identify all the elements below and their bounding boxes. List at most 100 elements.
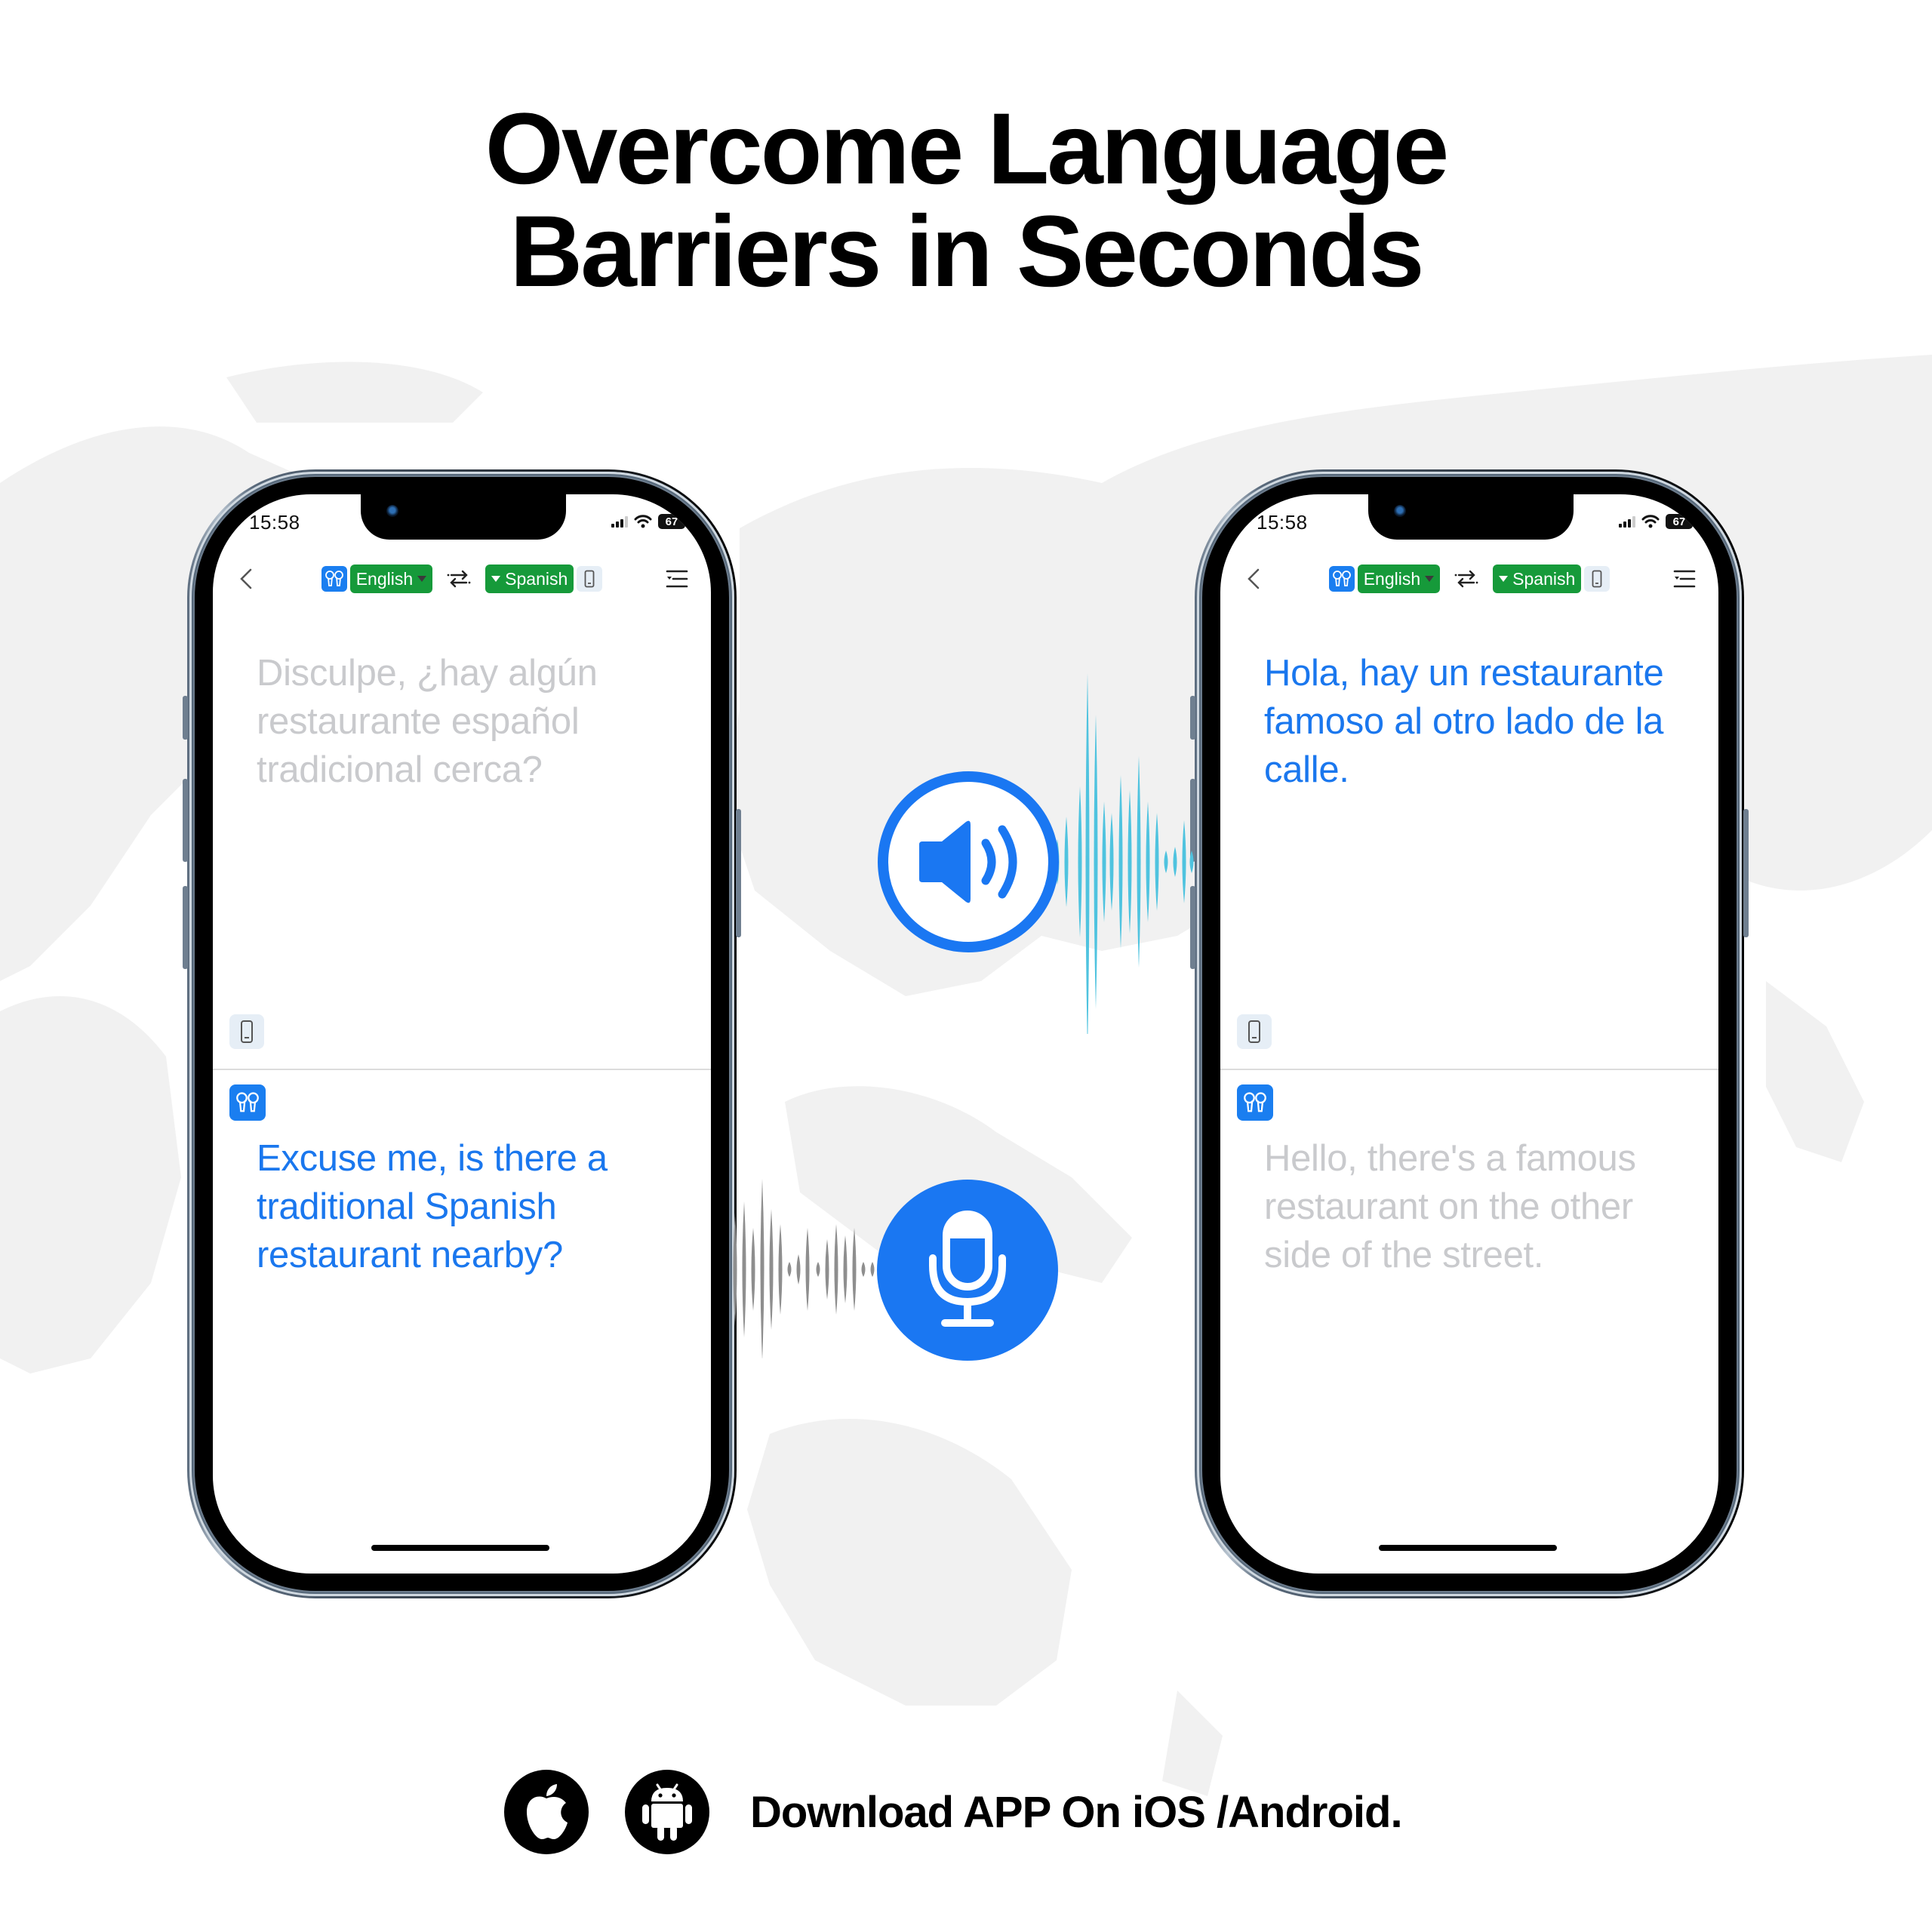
signal-icon	[611, 515, 628, 528]
phone-icon	[1248, 1020, 1260, 1043]
microphone-button[interactable]	[877, 1180, 1058, 1361]
target-language-button[interactable]: Spanish	[485, 565, 574, 593]
wave-bar	[870, 1262, 875, 1277]
bottom-pane-text: Hello, there's a famous restaurant on th…	[1264, 1138, 1636, 1275]
bottom-pane-device-chip[interactable]	[1237, 1084, 1273, 1121]
wifi-icon	[634, 515, 652, 528]
bottom-pane-device-chip[interactable]	[229, 1084, 266, 1121]
phone-icon	[241, 1020, 253, 1043]
wave-bar	[834, 1224, 838, 1315]
menu-list-icon[interactable]	[1672, 567, 1697, 591]
wave-bar	[1118, 775, 1123, 949]
wave-bar	[1094, 715, 1098, 1009]
wave-bar	[852, 1228, 857, 1311]
wave-bar	[1102, 801, 1106, 922]
headline: Overcome Language Barriers in Seconds	[0, 98, 1932, 303]
phone-icon[interactable]	[577, 566, 603, 592]
speaker-volume-icon	[919, 820, 1017, 903]
android-icon	[642, 1783, 692, 1841]
bottom-pane-text: Excuse me, is there a traditional Spanis…	[257, 1138, 608, 1275]
phone-right: 15:58 67 English Spanish Hola, hay un re…	[1190, 469, 1749, 1598]
microphone-icon	[929, 1211, 1006, 1327]
phone-left: 15:58 67 English Spanish Disculpe, ¿hay …	[183, 469, 741, 1598]
phone-icon[interactable]	[1584, 566, 1611, 592]
notch	[361, 494, 566, 540]
phone-screen: 15:58 67 English	[213, 494, 711, 1574]
dropdown-arrow-icon	[1425, 576, 1435, 582]
android-store-link[interactable]	[625, 1770, 709, 1854]
home-indicator[interactable]	[1379, 1545, 1557, 1551]
top-pane-device-chip[interactable]	[229, 1014, 264, 1049]
battery-icon: 67	[658, 514, 688, 529]
wifi-icon	[1641, 515, 1660, 528]
wave-bar	[1155, 813, 1159, 911]
speaker-button[interactable]	[878, 771, 1059, 952]
language-selector: English Spanish	[1220, 564, 1718, 594]
wave-bar	[843, 1235, 848, 1303]
wave-bar	[1173, 847, 1177, 877]
wave-bar	[1146, 801, 1150, 922]
earbuds-icon	[236, 1092, 259, 1112]
battery-icon: 67	[1666, 514, 1696, 529]
source-language-label: English	[1363, 568, 1421, 589]
signal-icon	[1619, 515, 1635, 528]
power-button	[736, 809, 741, 937]
nav-bar: English Spanish	[1220, 564, 1718, 594]
status-icons: 67	[1619, 512, 1696, 531]
target-language-label: Spanish	[1512, 568, 1576, 589]
dropdown-arrow-icon	[491, 576, 501, 582]
wave-bar	[787, 1262, 792, 1277]
wave-bar	[733, 1213, 737, 1326]
target-language-label: Spanish	[505, 568, 568, 589]
top-pane-text: Disculpe, ¿hay algún restaurante español…	[257, 653, 598, 790]
headline-line-1: Overcome Language	[485, 93, 1450, 205]
source-language-button[interactable]: English	[1357, 565, 1441, 593]
swap-languages-button[interactable]	[1440, 565, 1493, 593]
wave-bar	[778, 1224, 783, 1315]
wave-bar	[1189, 851, 1194, 873]
nav-bar: English Spanish	[213, 564, 711, 594]
swap-arrows-icon	[447, 570, 471, 588]
wave-bar	[796, 1254, 801, 1284]
wave-bar	[769, 1209, 774, 1330]
wave-bar	[1137, 756, 1141, 968]
wave-bar	[1128, 790, 1132, 934]
download-row: Download APP On iOS /Android.	[504, 1769, 1403, 1855]
status-time: 15:58	[249, 511, 300, 534]
source-language-button[interactable]: English	[349, 565, 433, 593]
apple-store-link[interactable]	[504, 1770, 589, 1854]
wave-bar	[861, 1262, 866, 1277]
swap-languages-button[interactable]	[432, 565, 485, 593]
wave-bar	[1164, 851, 1168, 873]
status-time: 15:58	[1257, 511, 1308, 534]
earbuds-icon[interactable]	[1328, 566, 1355, 592]
output-soundwave	[1055, 673, 1194, 1034]
volume-down-button	[183, 886, 188, 969]
status-icons: 67	[611, 512, 688, 531]
menu-list-icon[interactable]	[664, 567, 690, 591]
wave-bar	[816, 1262, 820, 1277]
phone-screen: 15:58 67 English	[1220, 494, 1718, 1574]
notch	[1368, 494, 1574, 540]
language-selector: English Spanish	[213, 564, 711, 594]
pane-divider	[213, 1069, 711, 1070]
wave-bar	[1078, 786, 1082, 937]
top-pane-device-chip[interactable]	[1237, 1014, 1272, 1049]
dropdown-arrow-icon	[1499, 576, 1509, 582]
power-button	[1743, 809, 1749, 937]
wave-bar	[825, 1239, 829, 1300]
swap-arrows-icon	[1454, 570, 1478, 588]
wave-bar	[1109, 813, 1114, 911]
dropdown-arrow-icon	[417, 576, 427, 582]
wave-bar	[1182, 820, 1186, 903]
target-language-button[interactable]: Spanish	[1493, 565, 1582, 593]
mute-switch	[183, 696, 188, 740]
earbuds-icon[interactable]	[321, 566, 347, 592]
home-indicator[interactable]	[371, 1545, 549, 1551]
apple-icon	[527, 1784, 568, 1839]
front-camera	[386, 505, 398, 517]
front-camera	[1394, 505, 1406, 517]
download-cta: Download APP On iOS /Android.	[750, 1787, 1403, 1837]
source-language-label: English	[355, 568, 414, 589]
wave-bar	[742, 1201, 746, 1337]
